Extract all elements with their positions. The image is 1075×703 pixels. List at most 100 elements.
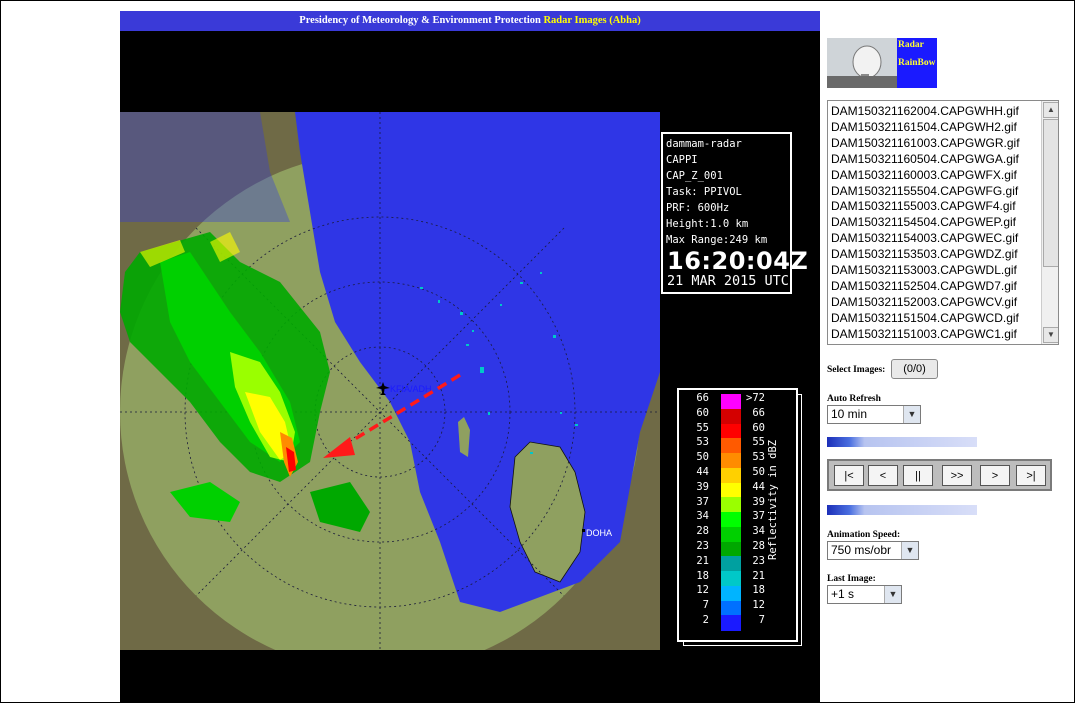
legend-value-left: 23 (696, 540, 709, 552)
legend-color-segment (721, 438, 741, 454)
legend-value-left: 60 (696, 406, 709, 419)
legend-color-segment (721, 467, 741, 483)
file-list-item[interactable]: DAM150321160504.CAPGWGA.gif (831, 152, 1041, 168)
title-highlight: Radar Images (Abha) (543, 15, 641, 26)
select-images-label: Select Images: (827, 365, 886, 375)
auto-refresh-label: Auto Refresh (827, 394, 881, 404)
info-date: 21 MAR 2015 UTC (667, 273, 789, 289)
radar-map: KFIA/ADH DOHA (120, 112, 660, 650)
info-range: Max Range:249 km (666, 234, 768, 246)
legend-value-left: 7 (702, 599, 709, 612)
last-frame-button[interactable]: >| (1016, 465, 1046, 486)
file-list-item[interactable]: DAM150321153503.CAPGWDZ.gif (831, 247, 1041, 263)
legend-color-segment (721, 394, 741, 410)
file-list-item[interactable]: DAM150321162004.CAPGWHH.gif (831, 104, 1041, 120)
legend-value-right: 39 (752, 495, 765, 508)
file-list-item[interactable]: DAM150321155003.CAPGWF4.gif (831, 199, 1041, 215)
prev-frame-button[interactable]: < (868, 465, 898, 486)
legend-color-segment (721, 423, 741, 439)
file-list-item[interactable]: DAM150321155504.CAPGWFG.gif (831, 184, 1041, 200)
legend-value-left: 37 (696, 495, 709, 508)
legend-value-right: 66 (752, 406, 765, 419)
chevron-down-icon[interactable]: ▼ (903, 406, 920, 423)
place-doha: DOHA (586, 528, 612, 538)
radar-dish-icon (827, 38, 897, 88)
legend-value-right: 21 (752, 569, 765, 582)
auto-refresh-value: 10 min (831, 407, 868, 421)
last-image-value: +1 s (831, 587, 855, 601)
legend-value-right: 50 (752, 466, 765, 478)
legend-value-right: 55 (752, 436, 765, 449)
play-fast-button[interactable]: >> (942, 465, 972, 486)
doha-marker (582, 529, 585, 532)
legend-color-segment (721, 585, 741, 601)
animation-speed-select[interactable]: 750 ms/obr ▼ (827, 541, 919, 560)
file-list-item[interactable]: DAM150321152003.CAPGWCV.gif (831, 295, 1041, 311)
next-frame-button[interactable]: > (980, 465, 1010, 486)
file-list-item[interactable]: DAM150321154003.CAPGWEC.gif (831, 231, 1041, 247)
legend-color-segment (721, 541, 741, 557)
legend-value-left: 34 (696, 510, 709, 523)
legend-value-right: 23 (752, 554, 765, 567)
file-list-item[interactable]: DAM150321161504.CAPGWH2.gif (831, 120, 1041, 136)
legend-color-segment (721, 600, 741, 616)
legend-color-segment (721, 526, 741, 542)
legend-color-segment (721, 482, 741, 498)
pause-button[interactable]: || (903, 465, 933, 486)
load-progress-bar (827, 437, 977, 447)
animation-speed-value: 750 ms/obr (831, 543, 892, 557)
legend-color-segment (721, 512, 741, 528)
legend-value-right: 12 (752, 599, 765, 612)
legend-color-segment (721, 453, 741, 469)
scroll-down-icon[interactable]: ▼ (1043, 327, 1058, 343)
rainbow-logo-label: Radar RainBow (897, 38, 937, 88)
chevron-down-icon[interactable]: ▼ (884, 586, 901, 603)
legend-value-right: >72 (746, 392, 765, 404)
animation-controls: |< < || >> > >| (827, 459, 1052, 491)
title-bar: Presidency of Meteorology & Environment … (120, 11, 820, 31)
radar-panel: Presidency of Meteorology & Environment … (120, 11, 820, 703)
scroll-up-icon[interactable]: ▲ (1043, 102, 1058, 118)
file-list-item[interactable]: DAM150321154504.CAPGWEP.gif (831, 215, 1041, 231)
place-kfia: KFIA/ADH (390, 384, 432, 394)
chevron-down-icon[interactable]: ▼ (901, 542, 918, 559)
last-image-label: Last Image: (827, 574, 876, 584)
file-list-item[interactable]: DAM150321153003.CAPGWDL.gif (831, 263, 1041, 279)
logo-line1: Radar (898, 40, 924, 50)
file-listbox[interactable]: DAM150321162004.CAPGWHH.gif DAM1503211615… (827, 100, 1059, 345)
file-list-item[interactable]: DAM150321152504.CAPGWD7.gif (831, 279, 1041, 295)
legend-value-left: 50 (696, 451, 709, 464)
info-time: 16:20:04Z (667, 247, 809, 275)
legend-color-bar (721, 394, 741, 631)
legend-color-segment (721, 571, 741, 587)
info-task: Task: PPIVOL (666, 186, 742, 198)
legend-value-left: 39 (696, 480, 709, 493)
radar-logo-image (827, 38, 897, 88)
legend-value-right: 34 (752, 525, 765, 538)
file-list-scrollbar[interactable]: ▲ ▼ (1041, 101, 1058, 344)
legend-color-segment (721, 556, 741, 572)
file-list-item[interactable]: DAM150321151504.CAPGWCD.gif (831, 311, 1041, 327)
legend-value-left: 53 (696, 436, 709, 449)
radar-map-svg: KFIA/ADH DOHA (120, 112, 660, 650)
legend-value-left: 21 (696, 554, 709, 567)
animation-progress-bar (827, 505, 977, 515)
logo-line2: RainBow (898, 58, 936, 68)
first-frame-button[interactable]: |< (834, 465, 864, 486)
select-images-button[interactable]: (0/0) (891, 359, 938, 379)
scroll-thumb[interactable] (1043, 119, 1058, 267)
file-list-item[interactable]: DAM150321151003.CAPGWC1.gif (831, 327, 1041, 343)
legend-color-segment (721, 615, 741, 631)
last-image-select[interactable]: +1 s ▼ (827, 585, 902, 604)
legend-color-segment (721, 408, 741, 424)
animation-speed-label: Animation Speed: (827, 530, 901, 540)
auto-refresh-select[interactable]: 10 min ▼ (827, 405, 921, 424)
file-list-item[interactable]: DAM150321161003.CAPGWGR.gif (831, 136, 1041, 152)
info-prf: PRF: 600Hz (666, 202, 730, 214)
title-main: Presidency of Meteorology & Environment … (299, 15, 541, 26)
file-list-item[interactable]: DAM150321160003.CAPGWFX.gif (831, 168, 1041, 184)
legend-value-left: 44 (696, 466, 709, 478)
legend-title: Reflectivity in dBZ (767, 439, 779, 560)
radar-info-box: dammam-radar CAPPI CAP_Z_001 Task: PPIVO… (661, 132, 808, 294)
legend-value-left: 2 (702, 614, 709, 626)
